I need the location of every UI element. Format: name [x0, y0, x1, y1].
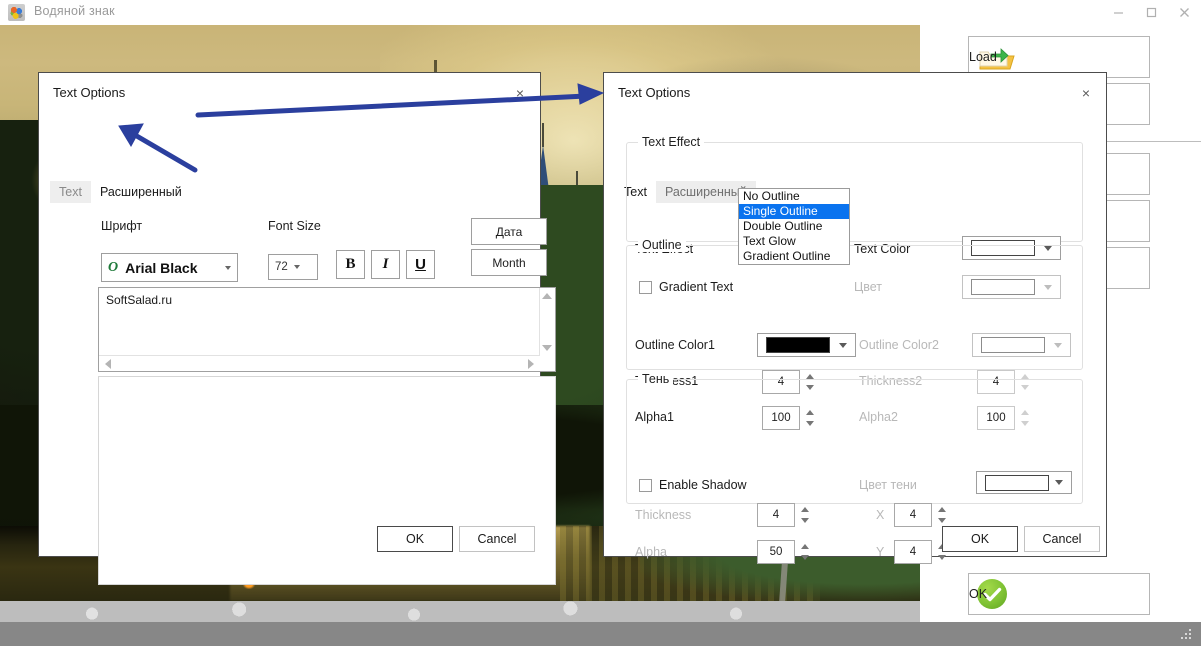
- outline-color1-label: Outline Color1: [635, 338, 715, 352]
- resize-grip-icon[interactable]: [1181, 629, 1193, 641]
- stepper-arrows[interactable]: [800, 504, 812, 526]
- right-ok-button[interactable]: OK: [942, 526, 1018, 552]
- chevron-down-icon: [839, 342, 847, 348]
- dropdown-option-text-glow[interactable]: Text Glow: [739, 234, 849, 249]
- right-dialog-close-icon[interactable]: ×: [1075, 82, 1097, 104]
- dropdown-option-gradient-outline[interactable]: Gradient Outline: [739, 249, 849, 264]
- checkbox-box: [639, 478, 652, 492]
- month-button[interactable]: Month: [471, 249, 547, 276]
- shadow-y-label: Y: [876, 545, 885, 559]
- font-family-value: Arial Black: [125, 259, 198, 276]
- month-button-label: Month: [492, 255, 526, 270]
- outline-group-title: Outline: [638, 238, 686, 252]
- enable-shadow-checkbox[interactable]: Enable Shadow: [639, 478, 747, 492]
- watermark-text-value: SoftSalad.ru: [106, 293, 173, 307]
- outline-color2-label: Outline Color2: [859, 338, 939, 352]
- window-titlebar: Водяной знак: [0, 0, 1201, 26]
- shadow-color-picker[interactable]: [976, 471, 1072, 494]
- italic-button[interactable]: I: [371, 250, 400, 279]
- left-cancel-button[interactable]: Cancel: [459, 526, 535, 552]
- bold-button[interactable]: B: [336, 250, 365, 279]
- stepper-arrows[interactable]: [937, 504, 949, 526]
- right-dialog-title: Text Options: [618, 85, 691, 100]
- scroll-left-icon[interactable]: [105, 359, 111, 369]
- outline-color1-swatch: [766, 337, 830, 353]
- chevron-down-icon: [293, 265, 300, 269]
- left-cancel-label: Cancel: [477, 532, 517, 546]
- left-ok-label: OK: [405, 532, 425, 546]
- window-title: Водяной знак: [34, 4, 115, 18]
- underline-button[interactable]: U: [406, 250, 435, 279]
- font-size-value: 72: [275, 261, 288, 273]
- bold-label: B: [345, 256, 356, 272]
- shadow-alpha-label: Alpha: [635, 545, 667, 559]
- shadow-x-value[interactable]: 4: [894, 503, 932, 527]
- scroll-up-icon[interactable]: [542, 293, 552, 299]
- outline-color2-swatch: [981, 337, 1045, 353]
- left-dialog-close-icon[interactable]: ×: [509, 82, 531, 104]
- date-button-label: Дата: [495, 224, 523, 239]
- shadow-thickness-value[interactable]: 4: [757, 503, 795, 527]
- decorative-bottom-strip: [0, 601, 920, 622]
- left-dialog-title: Text Options: [53, 85, 126, 100]
- panel-ok-label: OK: [969, 587, 988, 601]
- shadow-x-stepper[interactable]: 4: [894, 503, 949, 527]
- opentype-badge-icon: O: [108, 259, 119, 275]
- font-size-combobox[interactable]: 72: [268, 254, 318, 280]
- shadow-x-label: X: [876, 508, 885, 522]
- chevron-down-icon: [225, 265, 231, 270]
- tab-advanced[interactable]: Расширенный: [91, 181, 191, 203]
- right-cancel-label: Cancel: [1042, 532, 1082, 546]
- dropdown-option-single-outline[interactable]: Single Outline: [739, 204, 849, 219]
- right-cancel-button[interactable]: Cancel: [1024, 526, 1100, 552]
- right-text-options-dialog: Text Options × Text Расширенный Text Eff…: [603, 72, 1107, 564]
- horizontal-scrollbar[interactable]: [99, 355, 540, 371]
- watermark-text-input[interactable]: SoftSalad.ru: [98, 287, 556, 372]
- dropdown-option-no-outline[interactable]: No Outline: [739, 189, 849, 204]
- enable-shadow-label: Enable Shadow: [659, 478, 747, 492]
- chevron-down-icon: [1055, 480, 1063, 485]
- preview-pane: [98, 376, 556, 585]
- tab-text[interactable]: Text: [50, 181, 91, 203]
- shadow-thickness-stepper[interactable]: 4: [757, 503, 812, 527]
- shadow-color-swatch: [985, 474, 1049, 491]
- chevron-down-icon: [1054, 342, 1062, 348]
- shadow-thickness-label: Thickness: [635, 508, 692, 522]
- shadow-color-label: Цвет тени: [859, 478, 917, 492]
- app-icon: [8, 4, 25, 21]
- left-dialog-tabstrip: Text Расширенный: [50, 181, 191, 203]
- vertical-scrollbar[interactable]: [539, 288, 555, 356]
- stepper-arrows[interactable]: [800, 541, 812, 563]
- shadow-y-stepper[interactable]: 4: [894, 540, 949, 564]
- shadow-alpha-value[interactable]: 50: [757, 540, 795, 564]
- text-effect-group-title: Text Effect: [638, 135, 705, 149]
- shadow-y-value[interactable]: 4: [894, 540, 932, 564]
- right-ok-label: OK: [970, 532, 990, 546]
- panel-ok-button[interactable]: OK: [968, 573, 1150, 615]
- shadow-alpha-stepper[interactable]: 50: [757, 540, 812, 564]
- window-controls: [1102, 0, 1201, 25]
- scroll-right-icon[interactable]: [528, 359, 534, 369]
- scroll-down-icon[interactable]: [542, 345, 552, 351]
- underline-label: U: [415, 256, 426, 273]
- font-size-label: Font Size: [268, 219, 321, 233]
- maximize-button[interactable]: [1135, 0, 1168, 25]
- outline-color2-picker: [972, 333, 1071, 357]
- date-button[interactable]: Дата: [471, 218, 547, 245]
- text-effect-group: Text Effect: [626, 135, 1083, 242]
- font-label: Шрифт: [101, 219, 143, 233]
- font-family-combobox[interactable]: O Arial Black: [101, 253, 238, 282]
- italic-label: I: [382, 256, 389, 272]
- status-bar: [0, 622, 1201, 646]
- shadow-group-title: Тень: [638, 372, 674, 386]
- left-text-options-dialog: Text Options × Text Расширенный Шрифт Fo…: [38, 72, 556, 585]
- load-button-label: Load: [969, 50, 997, 64]
- minimize-button[interactable]: [1102, 0, 1135, 25]
- left-ok-button[interactable]: OK: [377, 526, 453, 552]
- close-button[interactable]: [1168, 0, 1201, 25]
- text-effect-dropdown-list[interactable]: No Outline Single Outline Double Outline…: [738, 188, 850, 265]
- dropdown-option-double-outline[interactable]: Double Outline: [739, 219, 849, 234]
- outline-color1-picker[interactable]: [757, 333, 856, 357]
